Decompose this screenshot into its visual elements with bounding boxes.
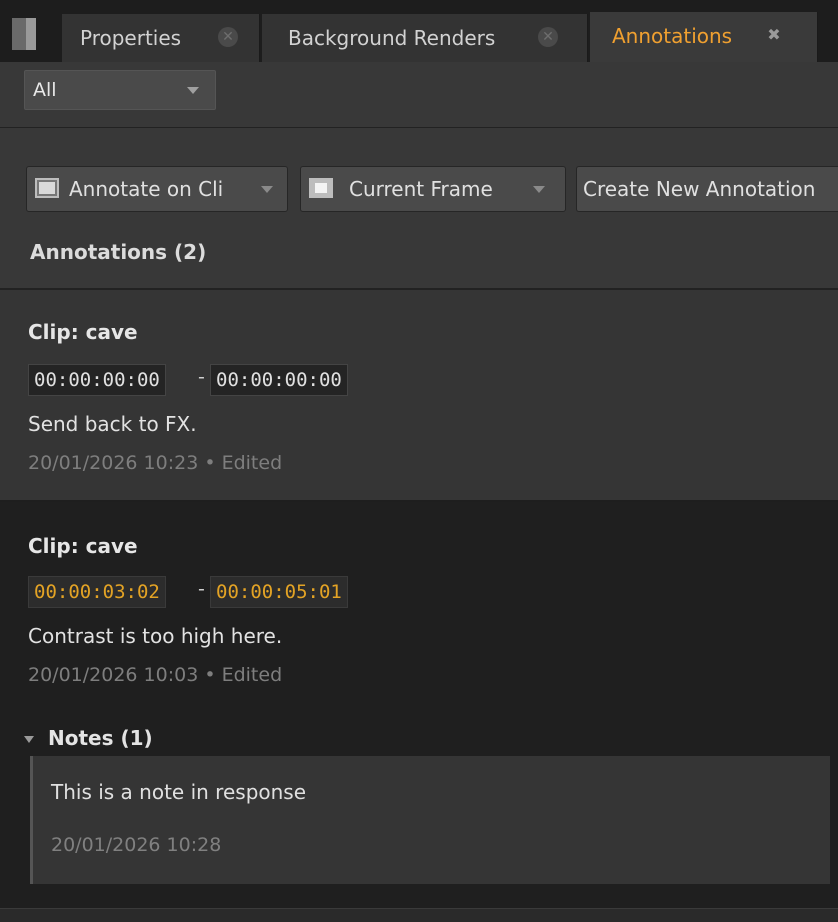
annotation-text: Send back to FX.: [28, 412, 197, 436]
annotation-meta: 20/01/2026 10:23 • Edited: [28, 452, 283, 474]
filter-dropdown[interactable]: All: [24, 70, 216, 110]
create-new-annotation-label: Create New Annotation: [583, 177, 816, 201]
tab-label: Annotations: [612, 24, 733, 48]
chevron-down-icon: [261, 186, 273, 193]
clip-title: Clip: cave: [28, 534, 138, 558]
close-icon[interactable]: ✕: [538, 27, 558, 47]
chevron-down-icon: [187, 87, 199, 94]
tab-background-renders[interactable]: Background Renders ✕: [262, 14, 588, 62]
annotations-panel: Properties ✕ Background Renders ✕ Annota…: [0, 0, 838, 922]
timecode-in[interactable]: 00:00:00:00: [28, 364, 166, 396]
filter-dropdown-value: All: [33, 79, 57, 101]
annotate-on-clip-label: Annotate on Cli: [69, 177, 224, 201]
notes-header-label: Notes (1): [48, 726, 153, 750]
timecode-separator: -: [198, 578, 205, 600]
expand-triangle-icon: [24, 736, 34, 743]
annotation-item-selected[interactable]: Clip: cave 00:00:03:02 - 00:00:05:01 Con…: [0, 502, 838, 922]
note-text: This is a note in response: [51, 780, 307, 804]
close-icon[interactable]: ✖: [764, 25, 784, 45]
timecode-out[interactable]: 00:00:00:00: [210, 364, 348, 396]
panel-bottom-edge: [0, 908, 838, 922]
current-frame-label: Current Frame: [349, 177, 493, 201]
note-timestamp: 20/01/2026 10:28: [51, 834, 222, 856]
chevron-down-icon: [533, 186, 545, 193]
annotation-text: Contrast is too high here.: [28, 624, 283, 648]
clip-title: Clip: cave: [28, 320, 138, 344]
tab-label: Properties: [80, 26, 182, 50]
timecode-separator: -: [198, 366, 205, 388]
film-clip-icon: [35, 178, 59, 198]
annotation-item[interactable]: Clip: cave 00:00:00:00 - 00:00:00:00 Sen…: [0, 290, 838, 502]
frame-icon: [309, 178, 333, 198]
tab-bar: Properties ✕ Background Renders ✕ Annota…: [0, 0, 838, 62]
annotation-meta: 20/01/2026 10:03 • Edited: [28, 664, 283, 686]
tab-label: Background Renders: [288, 26, 496, 50]
annotations-count-heading: Annotations (2): [30, 240, 207, 264]
current-frame-dropdown[interactable]: Current Frame: [300, 166, 566, 212]
notes-toggle[interactable]: Notes (1): [24, 726, 153, 750]
create-new-annotation-button[interactable]: Create New Annotation: [576, 166, 838, 212]
tab-properties[interactable]: Properties ✕: [62, 14, 260, 62]
panel-handle-icon[interactable]: [12, 18, 38, 50]
close-icon[interactable]: ✕: [218, 27, 238, 47]
filter-row: All: [0, 62, 838, 128]
timecode-in[interactable]: 00:00:03:02: [28, 576, 166, 608]
annotation-toolbar: Annotate on Cli Current Frame Create New…: [0, 128, 838, 290]
annotate-on-clip-dropdown[interactable]: Annotate on Cli: [26, 166, 288, 212]
note-item[interactable]: This is a note in response 20/01/2026 10…: [30, 756, 830, 884]
tab-annotations[interactable]: Annotations ✖: [590, 12, 818, 62]
timecode-out[interactable]: 00:00:05:01: [210, 576, 348, 608]
